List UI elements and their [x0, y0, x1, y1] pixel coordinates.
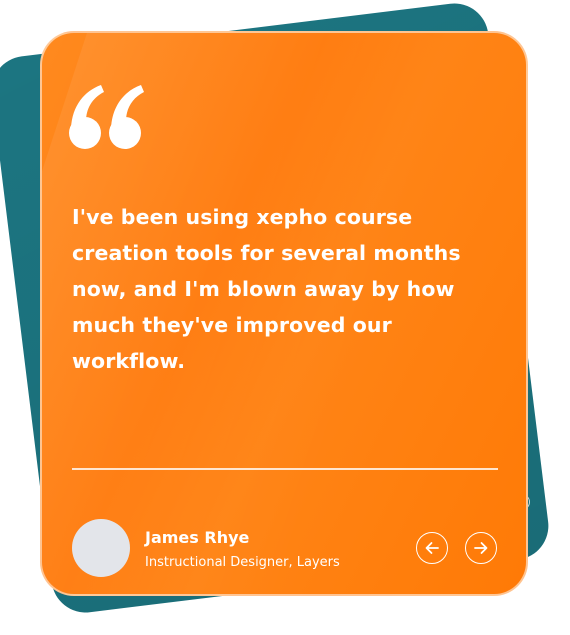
testimonial-card: I've been using xepho course creation to…	[40, 31, 528, 596]
testimonial-quote: I've been using xepho course creation to…	[72, 205, 461, 373]
author-role: Instructional Designer, Layers	[145, 555, 340, 570]
arrow-right-icon	[474, 542, 488, 554]
previous-button[interactable]	[416, 532, 448, 564]
quote-mark-icon	[69, 85, 144, 149]
avatar	[72, 519, 130, 577]
testimonial-stage: I've been using xepho course creation to…	[0, 0, 570, 635]
divider	[72, 468, 498, 470]
author-name: James Rhye	[145, 528, 250, 547]
arrow-left-icon	[425, 542, 439, 554]
next-button[interactable]	[465, 532, 497, 564]
